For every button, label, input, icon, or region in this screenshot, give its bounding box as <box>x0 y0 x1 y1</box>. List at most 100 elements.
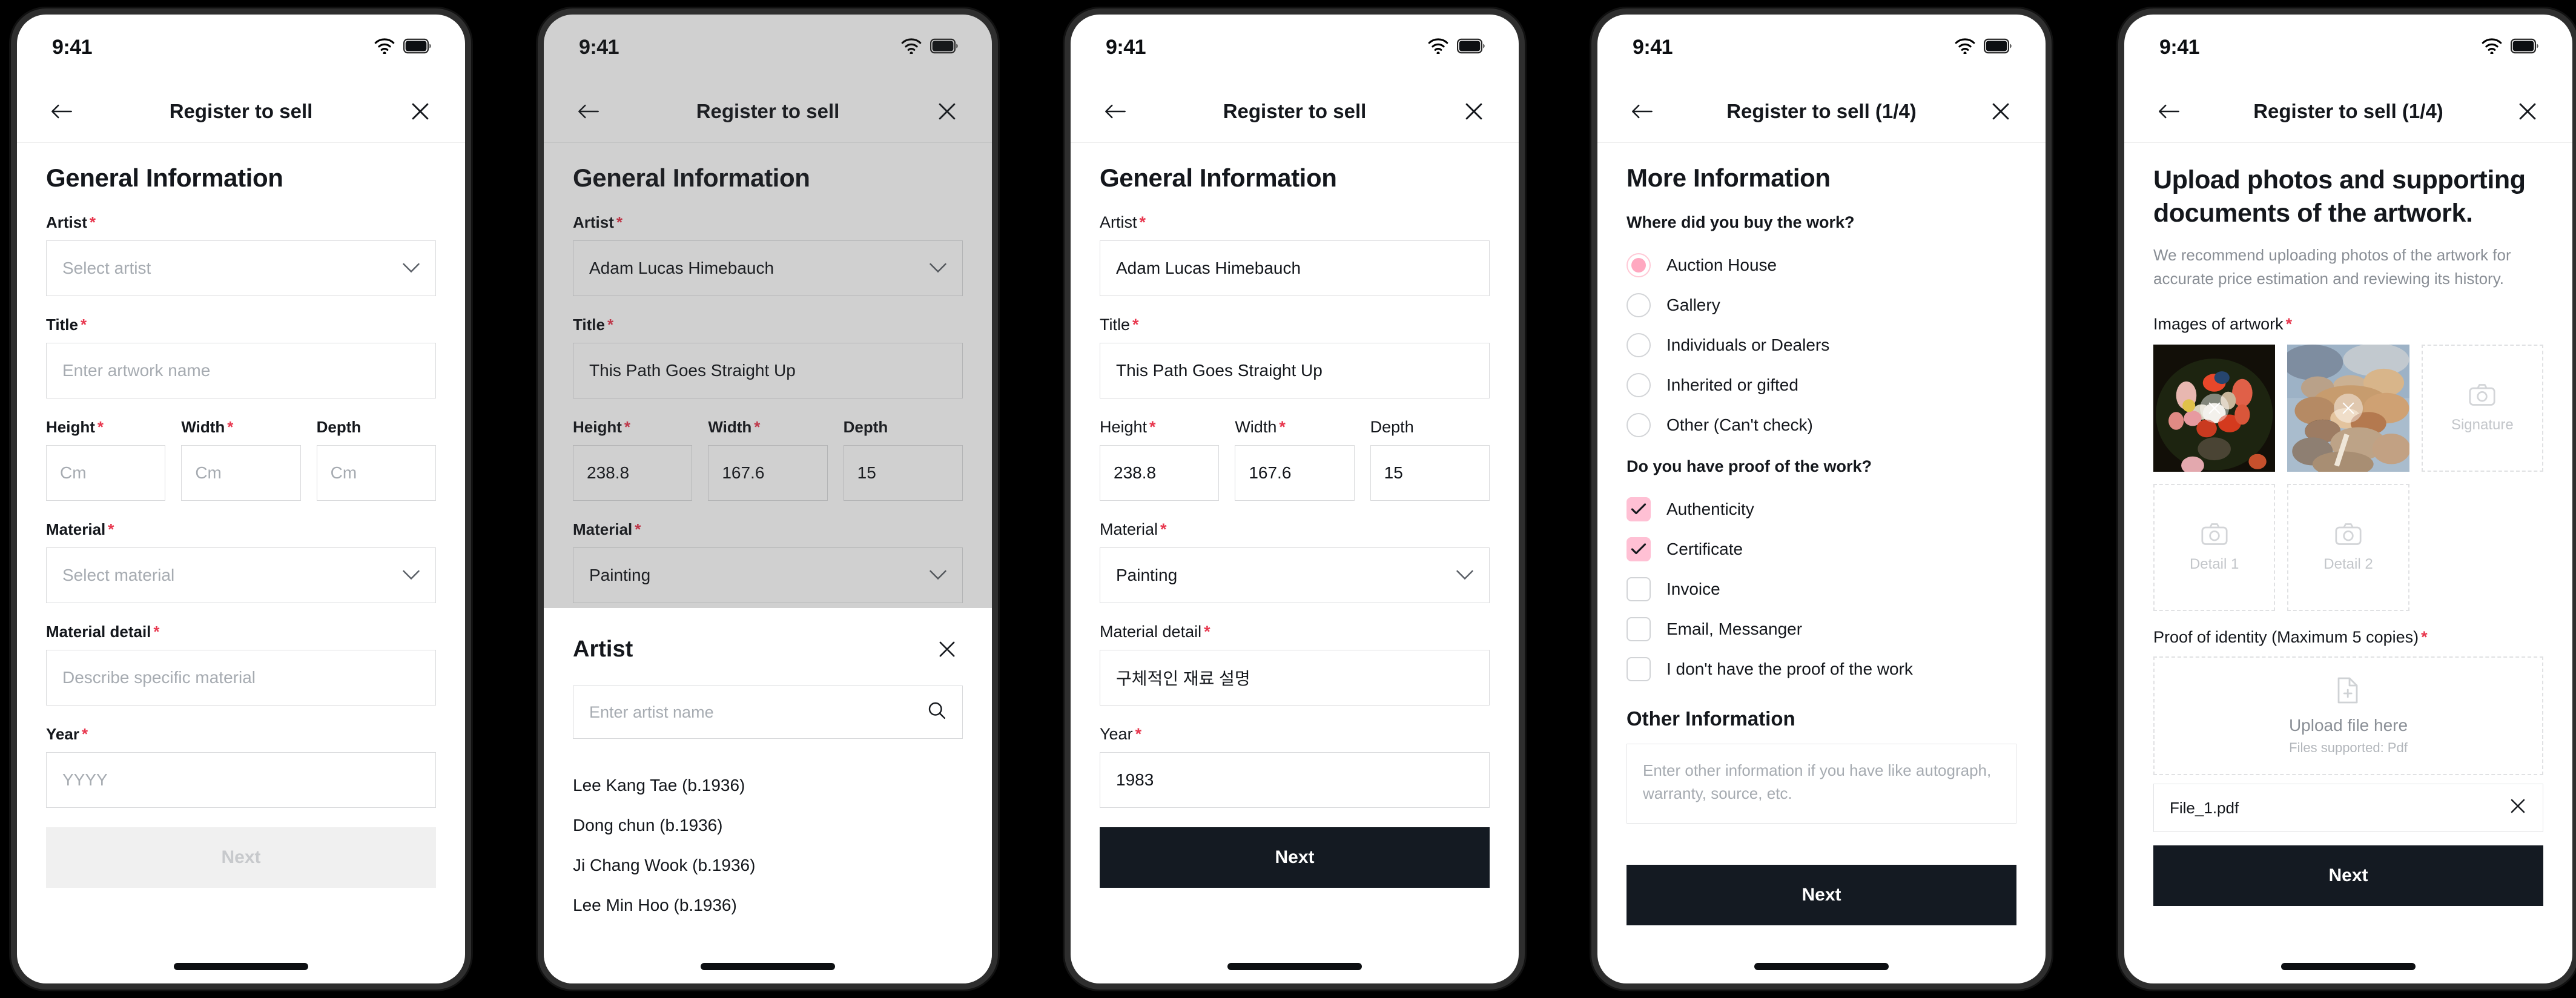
chevron-down-icon <box>403 566 420 585</box>
section-subtitle: We recommend uploading photos of the art… <box>2153 246 2511 288</box>
artist-value: Adam Lucas Himebauch <box>589 259 774 277</box>
title-input[interactable]: Enter artwork name <box>46 343 436 398</box>
section-title: General Information <box>1100 164 1337 192</box>
list-item[interactable]: Lee Min Hoo (b.1936) <box>573 885 963 925</box>
status-bar: 9:41 <box>2124 15 2572 80</box>
field-height: Height * Cm <box>46 418 166 501</box>
group-where-bought: Where did you buy the work? Auction Hous… <box>1627 213 2016 445</box>
label-proof-of-identity: Proof of identity (Maximum 5 copies) * <box>2153 628 2428 647</box>
material-select[interactable]: Select material <box>46 547 436 603</box>
wifi-icon <box>1428 38 1448 57</box>
next-button[interactable]: Next <box>1627 865 2016 925</box>
field-title: Title * This Path Goes Straight Up <box>1100 316 1490 398</box>
nav-bar: Register to sell <box>1071 80 1519 143</box>
close-button[interactable] <box>931 96 963 127</box>
remove-photo-button[interactable] <box>2333 394 2363 423</box>
radio-option-other[interactable]: Other (Can't check) <box>1627 405 2016 445</box>
artwork-photo-2[interactable] <box>2287 345 2409 472</box>
screen-general-information-filled: 9:41 Register to sell General Informatio… <box>1071 15 1519 983</box>
chevron-down-icon <box>1456 566 1473 585</box>
upload-slot-detail-2[interactable]: Detail 2 <box>2287 484 2409 612</box>
height-input[interactable]: 238.8 <box>1100 445 1220 501</box>
checkbox-option-authenticity[interactable]: Authenticity <box>1627 489 2016 529</box>
back-button[interactable] <box>1100 96 1131 127</box>
artist-select[interactable]: Select artist <box>46 240 436 296</box>
artwork-photo-1[interactable] <box>2153 345 2276 472</box>
file-dropzone[interactable]: Upload file here Files supported: Pdf <box>2153 656 2543 776</box>
checkbox-option-no-proof[interactable]: I don't have the proof of the work <box>1627 649 2016 689</box>
remove-file-button[interactable] <box>2509 797 2527 819</box>
uploaded-file-row: File_1.pdf <box>2153 784 2543 833</box>
next-button[interactable]: Next <box>46 827 436 888</box>
phone-frame-2: 9:41 Register to sell General Informatio… <box>538 8 998 990</box>
year-input[interactable]: 1983 <box>1100 752 1490 808</box>
material-select[interactable]: Painting <box>573 547 963 603</box>
depth-input[interactable]: 15 <box>1370 445 1490 501</box>
material-detail-value: 구체적인 재료 설명 <box>1116 669 1250 688</box>
title-input[interactable]: This Path Goes Straight Up <box>1100 343 1490 398</box>
remove-photo-button[interactable] <box>2199 394 2229 423</box>
year-input[interactable]: YYYY <box>46 752 436 808</box>
checkbox-option-invoice[interactable]: Invoice <box>1627 569 2016 609</box>
radio-option-inherited-or-gifted[interactable]: Inherited or gifted <box>1627 365 2016 405</box>
list-item[interactable]: Ji Chang Wook (b.1936) <box>573 845 963 885</box>
required-mark: * <box>624 418 631 436</box>
dimensions-row: Height * Cm Width * Cm Depth Cm <box>46 418 436 520</box>
radio-icon <box>1627 253 1651 277</box>
artist-input[interactable]: Adam Lucas Himebauch <box>1100 240 1490 296</box>
material-detail-input[interactable]: Describe specific material <box>46 650 436 706</box>
material-detail-input[interactable]: 구체적인 재료 설명 <box>1100 650 1490 706</box>
radio-option-auction-house[interactable]: Auction House <box>1627 245 2016 285</box>
checkbox-option-email-messanger[interactable]: Email, Messanger <box>1627 609 2016 649</box>
list-item[interactable]: Dong chun (b.1936) <box>573 805 963 845</box>
sheet-close-button[interactable] <box>931 633 963 665</box>
depth-input[interactable]: 15 <box>843 445 963 501</box>
height-input[interactable]: 238.8 <box>573 445 693 501</box>
close-button[interactable] <box>1985 96 2016 127</box>
group-proof-of-work: Do you have proof of the work? Authentic… <box>1627 457 2016 689</box>
status-time: 9:41 <box>579 35 619 59</box>
back-button[interactable] <box>1627 96 1658 127</box>
phone-frame-5: 9:41 Register to sell (1/4) Upload photo… <box>2118 8 2576 990</box>
list-item[interactable]: Lee Kang Tae (b.1936) <box>573 765 963 805</box>
label-artist: Artist * <box>573 213 623 231</box>
option-label: Gallery <box>1666 296 1720 314</box>
required-mark: * <box>635 520 641 538</box>
label-height: Height * <box>573 418 631 436</box>
arrow-left-icon <box>1105 104 1126 118</box>
field-year: Year * YYYY <box>46 725 436 808</box>
next-button[interactable]: Next <box>1100 827 1490 888</box>
close-button[interactable] <box>405 96 436 127</box>
title-value: Enter artwork name <box>62 361 211 380</box>
width-input[interactable]: 167.6 <box>708 445 828 501</box>
back-button[interactable] <box>46 96 78 127</box>
radio-option-gallery[interactable]: Gallery <box>1627 285 2016 325</box>
depth-input[interactable]: Cm <box>316 445 436 501</box>
label-depth: Depth <box>316 418 362 436</box>
height-input[interactable]: Cm <box>46 445 166 501</box>
close-button[interactable] <box>1458 96 1490 127</box>
checkbox-icon <box>1627 617 1651 641</box>
upload-slot-detail-1[interactable]: Detail 1 <box>2153 484 2276 612</box>
back-button[interactable] <box>2153 96 2185 127</box>
chevron-down-icon <box>930 259 946 278</box>
radio-option-individuals-or-dealers[interactable]: Individuals or Dealers <box>1627 325 2016 365</box>
width-value: 167.6 <box>1249 463 1292 482</box>
depth-value: 15 <box>857 463 876 482</box>
width-input[interactable]: Cm <box>181 445 301 501</box>
back-button[interactable] <box>573 96 604 127</box>
close-button[interactable] <box>2512 96 2543 127</box>
title-input[interactable]: This Path Goes Straight Up <box>573 343 963 398</box>
checkbox-icon <box>1627 537 1651 561</box>
upload-slot-signature[interactable]: Signature <box>2421 345 2543 472</box>
other-information-textarea[interactable]: Enter other information if you have like… <box>1627 744 2016 824</box>
screenshot-canvas: 9:41 Register to sell General Informatio… <box>0 0 2576 998</box>
artist-select[interactable]: Adam Lucas Himebauch <box>573 240 963 296</box>
checkbox-option-certificate[interactable]: Certificate <box>1627 529 2016 569</box>
page-title: Register to sell (1/4) <box>2253 99 2443 122</box>
material-select[interactable]: Painting <box>1100 547 1490 603</box>
close-icon <box>2519 103 2536 119</box>
artist-search-input[interactable]: Enter artist name <box>573 686 963 739</box>
width-input[interactable]: 167.6 <box>1235 445 1355 501</box>
next-button[interactable]: Next <box>2153 845 2543 907</box>
